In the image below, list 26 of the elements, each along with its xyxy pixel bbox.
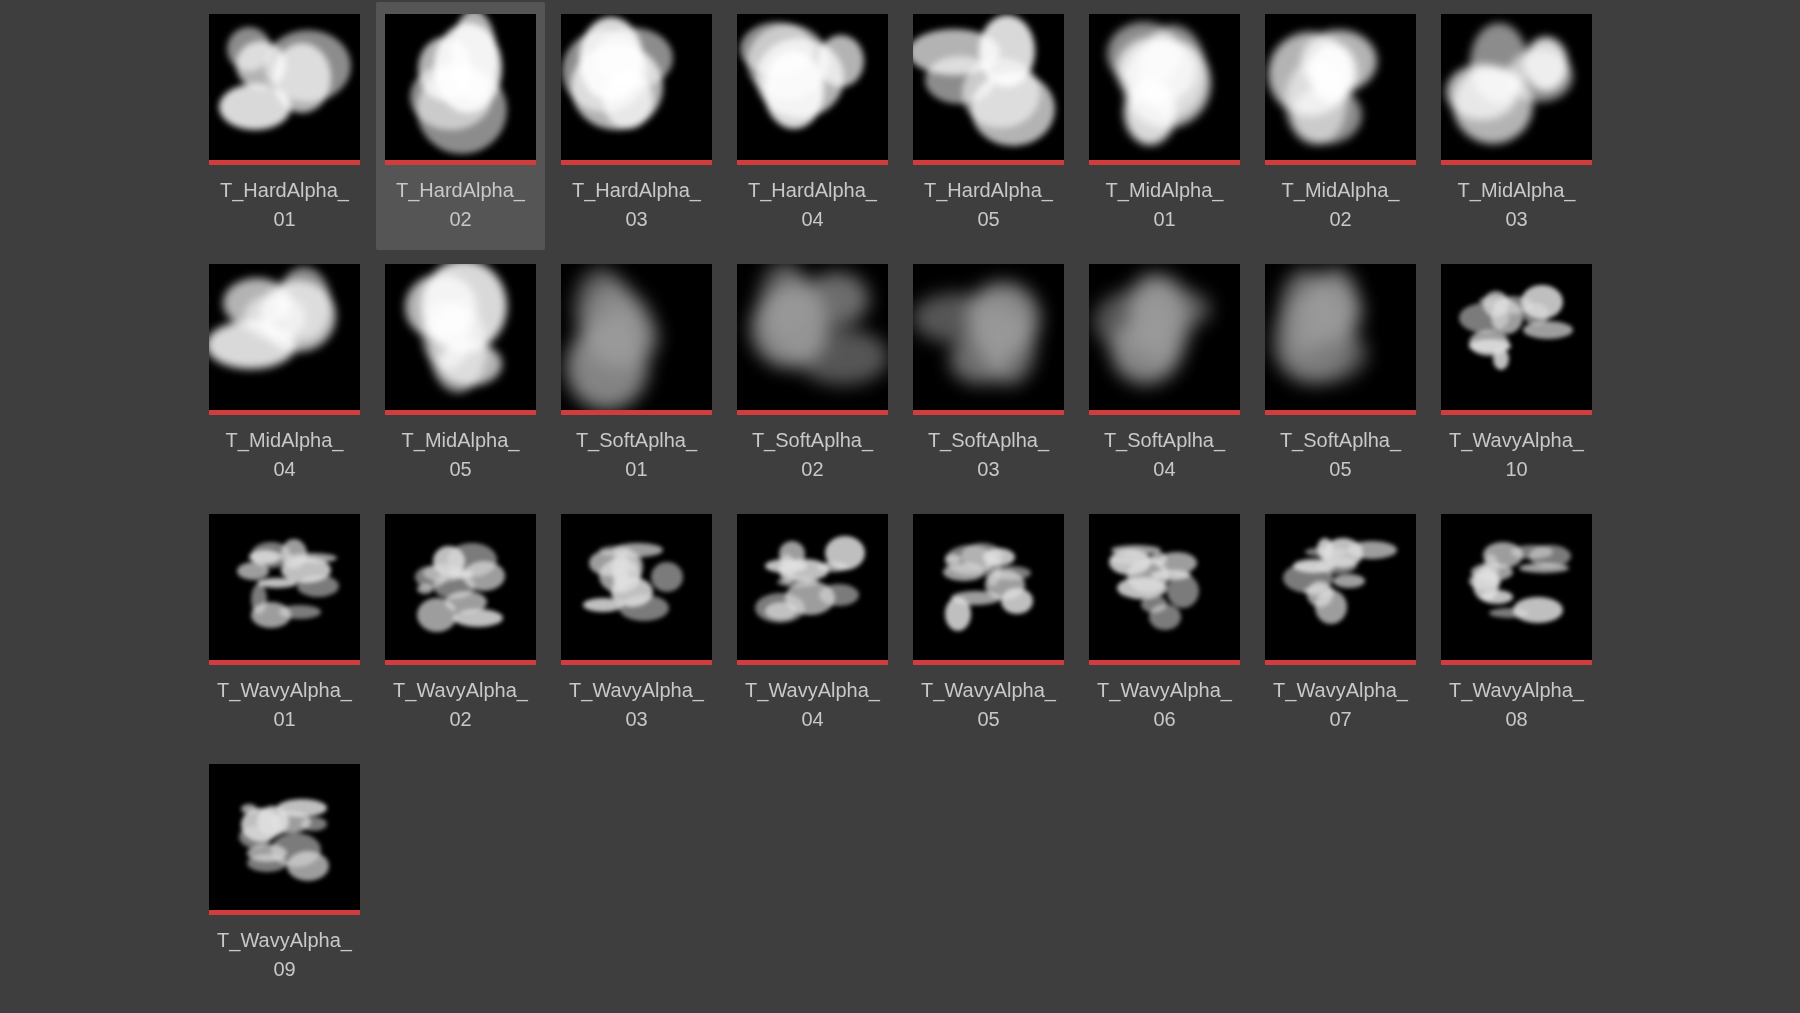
asset-name: T_WavyAlpha_ 05	[921, 678, 1056, 732]
asset-name: T_WavyAlpha_ 10	[1449, 428, 1584, 482]
asset-name: T_MidAlpha_ 05	[401, 428, 520, 482]
asset-name: T_WavyAlpha_ 02	[393, 678, 528, 732]
asset-name: T_WavyAlpha_ 04	[745, 678, 880, 732]
asset-name: T_SoftAplha_ 02	[751, 428, 874, 482]
asset-name: T_HardAlpha_ 01	[220, 178, 349, 232]
asset-name: T_MidAlpha_ 02	[1281, 178, 1400, 232]
asset-name: T_MidAlpha_ 03	[1457, 178, 1576, 232]
asset-name: T_WavyAlpha_ 06	[1097, 678, 1232, 732]
asset-name: T_HardAlpha_ 02	[396, 178, 525, 232]
asset-name: T_SoftAplha_ 05	[1279, 428, 1402, 482]
asset-name: T_SoftAplha_ 01	[575, 428, 698, 482]
asset-name: T_HardAlpha_ 05	[924, 178, 1053, 232]
asset-name: T_WavyAlpha_ 08	[1449, 678, 1584, 732]
asset-name: T_WavyAlpha_ 01	[217, 678, 352, 732]
asset-name: T_WavyAlpha_ 09	[217, 928, 352, 982]
asset-name: T_SoftAplha_ 04	[1103, 428, 1226, 482]
asset-name: T_WavyAlpha_ 07	[1273, 678, 1408, 732]
asset-name: T_HardAlpha_ 03	[572, 178, 701, 232]
asset-name: T_SoftAplha_ 03	[927, 428, 1050, 482]
asset-name: T_MidAlpha_ 04	[225, 428, 344, 482]
asset-name: T_WavyAlpha_ 03	[569, 678, 704, 732]
asset-tile[interactable]: T_HardAlpha_ 02	[376, 2, 545, 250]
asset-name: T_HardAlpha_ 04	[748, 178, 877, 232]
asset-name: T_MidAlpha_ 01	[1105, 178, 1224, 232]
